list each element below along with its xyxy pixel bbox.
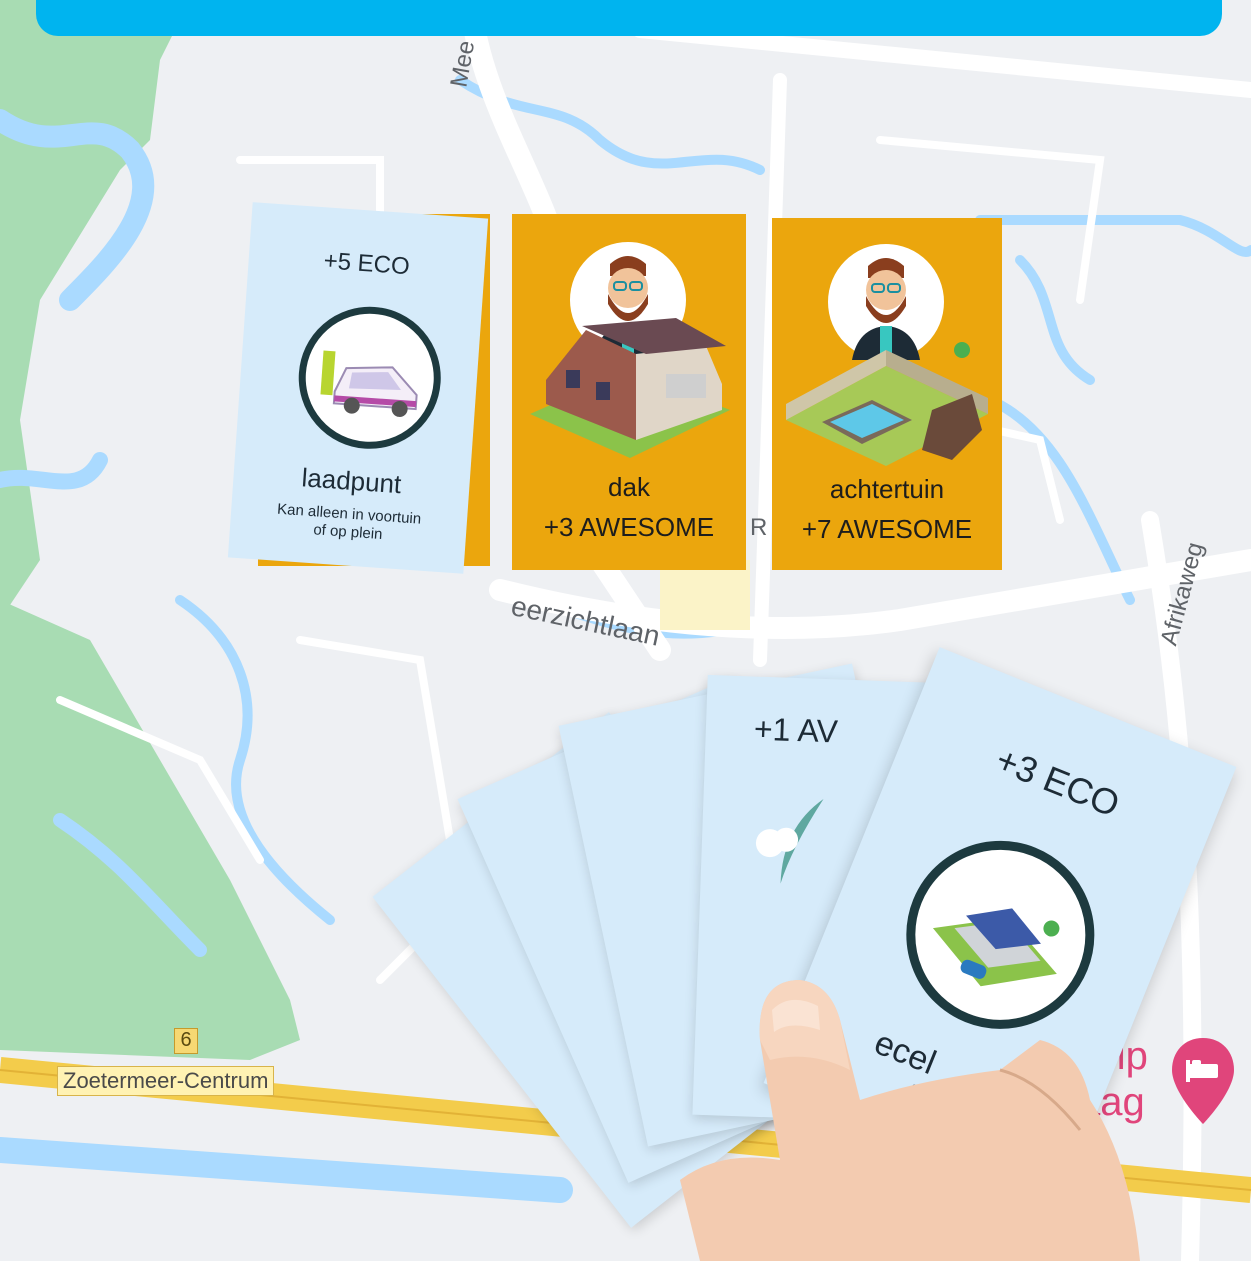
road-number-badge: 6 [174, 1028, 198, 1054]
canal [975, 215, 1251, 257]
house-roof-icon [530, 318, 730, 458]
hotel-pin-icon[interactable] [1168, 1036, 1238, 1126]
plot-area [660, 560, 750, 630]
card-title: dak [608, 472, 650, 502]
card-points: +5 ECO [322, 247, 411, 281]
station-label: Zoetermeer-Centrum [57, 1066, 275, 1096]
hand-image [680, 980, 1140, 1261]
wind-turbine-icon [755, 799, 824, 884]
canal [0, 1137, 573, 1203]
card-title: laadpunt [300, 462, 403, 500]
backyard-pool-icon [786, 342, 988, 466]
card-dak[interactable]: dak +3 AWESOME [512, 214, 746, 570]
street-label-r: R [750, 514, 768, 541]
card-achtertuin[interactable]: achtertuin +7 AWESOME [772, 218, 1002, 570]
charging-car-icon [293, 302, 446, 454]
road [632, 22, 1251, 98]
card-points: +3 AWESOME [543, 512, 715, 542]
card-title: achtertuin [829, 474, 945, 504]
card-points: +7 AWESOME [801, 514, 973, 544]
park-area-south [0, 600, 300, 1060]
card-laadpunt[interactable]: +5 ECO laadpunt Kan alleen in voortuin o… [227, 202, 489, 574]
top-banner [36, 0, 1222, 36]
